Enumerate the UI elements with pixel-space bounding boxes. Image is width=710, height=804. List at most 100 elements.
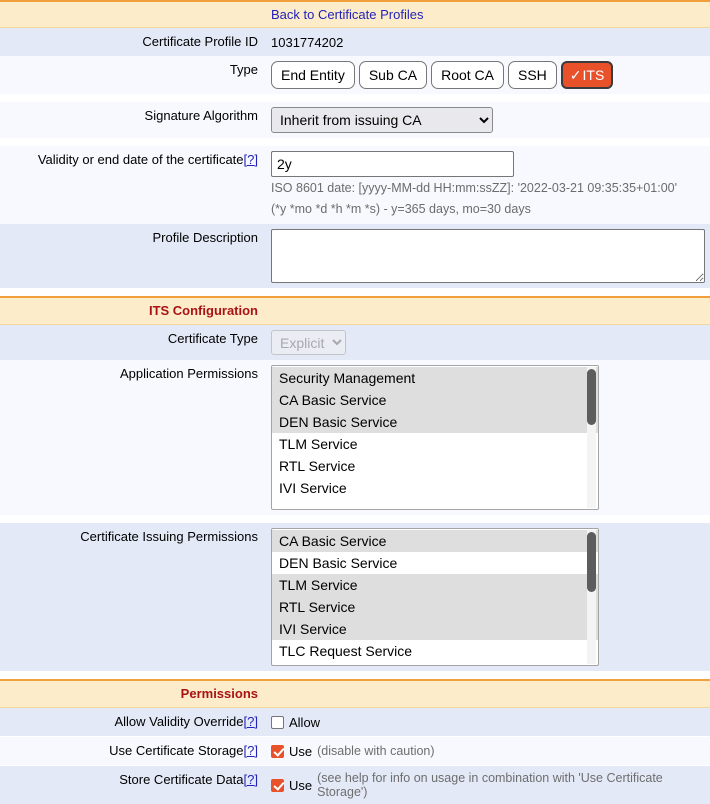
store-certificate-data-text: Use xyxy=(289,778,312,793)
certificate-issuing-permissions-option[interactable]: TLM Service xyxy=(272,574,598,596)
type-button-root-ca[interactable]: Root CA xyxy=(431,61,504,89)
use-certificate-storage-checkbox-wrap[interactable]: Use (disable with caution) xyxy=(271,744,435,759)
profile-description-field xyxy=(265,224,710,288)
spacer-before-permissions xyxy=(0,671,710,679)
application-permissions-options: Security ManagementCA Basic ServiceDEN B… xyxy=(272,366,598,499)
type-button-label: Root CA xyxy=(441,67,494,83)
validity-row: Validity or end date of the certificate[… xyxy=(0,146,710,224)
spacer-after-type xyxy=(0,94,710,102)
allow-validity-override-text: Allow xyxy=(289,715,320,730)
certificate-issuing-permissions-scrollbar[interactable] xyxy=(587,530,596,664)
certificate-type-select: Explicit xyxy=(271,330,346,355)
permissions-header-spacer xyxy=(265,681,710,707)
type-button-its[interactable]: ✓ITS xyxy=(561,61,614,89)
certificate-type-label: Certificate Type xyxy=(0,325,265,360)
certificate-type-field: Explicit xyxy=(265,325,710,360)
certificate-profile-id-value: 1031774202 xyxy=(271,35,343,50)
certificate-profile-id-row: Certificate Profile ID 1031774202 xyxy=(0,28,710,56)
type-button-end-entity[interactable]: End Entity xyxy=(271,61,355,89)
store-certificate-data-row: Store Certificate Data[?] Use (see help … xyxy=(0,766,710,804)
type-row: Type End Entity Sub CA Root CA SSH ✓ITS xyxy=(0,56,710,94)
use-certificate-storage-row: Use Certificate Storage[?] Use (disable … xyxy=(0,737,710,766)
type-button-label: End Entity xyxy=(281,67,345,83)
certificate-issuing-permissions-option[interactable]: DEN Basic Service xyxy=(272,552,598,574)
type-button-sub-ca[interactable]: Sub CA xyxy=(359,61,427,89)
use-certificate-storage-label: Use Certificate Storage[?] xyxy=(0,737,265,766)
allow-validity-override-field: Allow xyxy=(265,708,710,737)
certificate-profile-form: Back to Certificate Profiles Certificate… xyxy=(0,0,710,804)
type-button-label: SSH xyxy=(518,67,547,83)
validity-label-text: Validity or end date of the certificate xyxy=(38,152,244,167)
signature-algorithm-label: Signature Algorithm xyxy=(0,102,265,138)
type-field: End Entity Sub CA Root CA SSH ✓ITS xyxy=(265,56,710,94)
certificate-issuing-permissions-row: Certificate Issuing Permissions CA Basic… xyxy=(0,523,710,671)
back-to-certificate-profiles-link[interactable]: Back to Certificate Profiles xyxy=(271,7,423,22)
type-button-label: ITS xyxy=(583,67,605,83)
certificate-issuing-permissions-option[interactable]: IVI Service xyxy=(272,618,598,640)
type-button-ssh[interactable]: SSH xyxy=(508,61,557,89)
allow-validity-override-row: Allow Validity Override[?] Allow xyxy=(0,708,710,737)
application-permissions-option[interactable]: Security Management xyxy=(272,367,598,389)
certificate-issuing-permissions-options: CA Basic ServiceDEN Basic ServiceTLM Ser… xyxy=(272,529,598,662)
validity-hint-iso: ISO 8601 date: [yyyy-MM-dd HH:mm:ssZZ]: … xyxy=(271,179,677,198)
store-certificate-data-checkbox-wrap[interactable]: Use (see help for info on usage in combi… xyxy=(271,771,706,799)
use-certificate-storage-checkbox[interactable] xyxy=(271,745,284,758)
allow-validity-override-help-icon[interactable]: [?] xyxy=(244,714,258,729)
profile-description-row: Profile Description xyxy=(0,224,710,288)
application-permissions-label: Application Permissions xyxy=(0,360,265,515)
application-permissions-option[interactable]: IVI Service xyxy=(272,477,598,499)
validity-field-column: ISO 8601 date: [yyyy-MM-dd HH:mm:ssZZ]: … xyxy=(271,151,677,219)
type-label: Type xyxy=(0,56,265,94)
check-icon: ✓ xyxy=(570,67,582,83)
profile-description-textarea[interactable] xyxy=(271,229,705,283)
certificate-issuing-permissions-listbox[interactable]: CA Basic ServiceDEN Basic ServiceTLM Ser… xyxy=(271,528,599,666)
certificate-issuing-permissions-option[interactable]: RTL Service xyxy=(272,596,598,618)
certificate-issuing-permissions-option[interactable]: CA Basic Service xyxy=(272,530,598,552)
certificate-type-row: Certificate Type Explicit xyxy=(0,325,710,360)
certificate-issuing-permissions-field: CA Basic ServiceDEN Basic ServiceTLM Ser… xyxy=(265,523,710,671)
application-permissions-field: Security ManagementCA Basic ServiceDEN B… xyxy=(265,360,710,515)
application-permissions-scrollbar-thumb[interactable] xyxy=(587,369,596,425)
certificate-issuing-permissions-option[interactable]: TLC Request Service xyxy=(272,640,598,662)
application-permissions-scrollbar[interactable] xyxy=(587,367,596,508)
store-certificate-data-checkbox[interactable] xyxy=(271,779,284,792)
validity-help-icon[interactable]: [?] xyxy=(244,152,258,167)
store-certificate-data-help-icon[interactable]: [?] xyxy=(244,772,258,787)
use-certificate-storage-field: Use (disable with caution) xyxy=(265,737,710,766)
permissions-title: Permissions xyxy=(0,681,265,707)
top-bar-actions: Back to Certificate Profiles xyxy=(265,2,710,27)
certificate-issuing-permissions-scrollbar-thumb[interactable] xyxy=(587,532,596,592)
allow-validity-override-label-text: Allow Validity Override xyxy=(114,714,243,729)
allow-validity-override-label: Allow Validity Override[?] xyxy=(0,708,265,737)
spacer-before-its-configuration xyxy=(0,288,710,296)
certificate-issuing-permissions-label: Certificate Issuing Permissions xyxy=(0,523,265,671)
validity-input[interactable] xyxy=(271,151,514,177)
use-certificate-storage-label-text: Use Certificate Storage xyxy=(109,743,243,758)
certificate-profile-id-label: Certificate Profile ID xyxy=(0,28,265,56)
its-configuration-section-header: ITS Configuration xyxy=(0,296,710,325)
store-certificate-data-label-text: Store Certificate Data xyxy=(119,772,243,787)
top-bar-row: Back to Certificate Profiles xyxy=(0,0,710,28)
signature-algorithm-field: Inherit from issuing CA xyxy=(265,102,710,138)
allow-validity-override-checkbox[interactable] xyxy=(271,716,284,729)
top-bar-spacer xyxy=(0,2,265,27)
validity-hint-units: (*y *mo *d *h *m *s) - y=365 days, mo=30… xyxy=(271,200,677,219)
certificate-profile-id-value-cell: 1031774202 xyxy=(265,28,710,56)
use-certificate-storage-note: (disable with caution) xyxy=(317,744,434,758)
use-certificate-storage-help-icon[interactable]: [?] xyxy=(244,743,258,758)
store-certificate-data-note: (see help for info on usage in combinati… xyxy=(317,771,706,799)
application-permissions-option[interactable]: TLM Service xyxy=(272,433,598,455)
type-button-label: Sub CA xyxy=(369,67,417,83)
spacer-after-application-permissions xyxy=(0,515,710,523)
application-permissions-option[interactable]: DEN Basic Service xyxy=(272,411,598,433)
application-permissions-option[interactable]: RTL Service xyxy=(272,455,598,477)
validity-field: ISO 8601 date: [yyyy-MM-dd HH:mm:ssZZ]: … xyxy=(265,146,710,224)
store-certificate-data-field: Use (see help for info on usage in combi… xyxy=(265,766,710,804)
application-permissions-listbox[interactable]: Security ManagementCA Basic ServiceDEN B… xyxy=(271,365,599,510)
spacer-after-signature-algorithm xyxy=(0,138,710,146)
permissions-section-header: Permissions xyxy=(0,679,710,708)
signature-algorithm-select[interactable]: Inherit from issuing CA xyxy=(271,107,493,133)
allow-validity-override-checkbox-wrap[interactable]: Allow xyxy=(271,715,320,730)
signature-algorithm-row: Signature Algorithm Inherit from issuing… xyxy=(0,102,710,138)
application-permissions-option[interactable]: CA Basic Service xyxy=(272,389,598,411)
